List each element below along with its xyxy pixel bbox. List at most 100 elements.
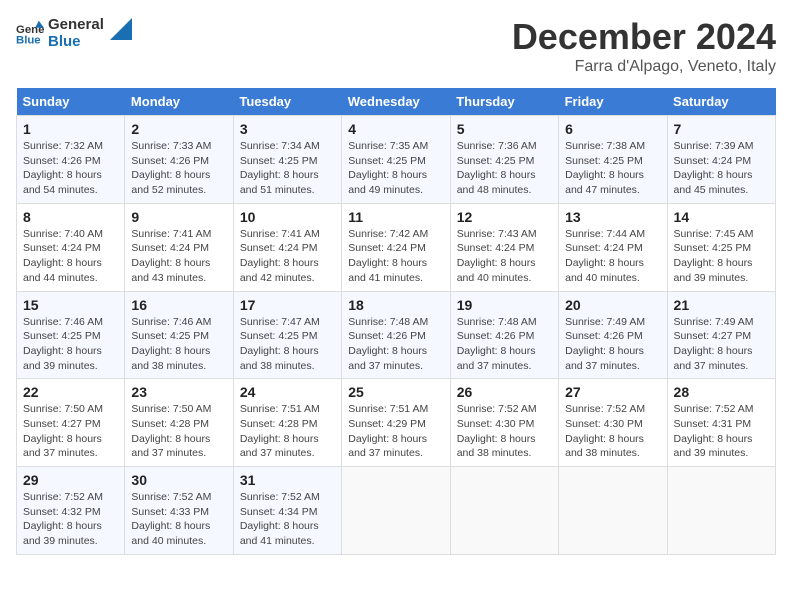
logo-general: General — [48, 16, 104, 33]
day-number: 26 — [457, 384, 552, 400]
daylight-label: Daylight: 8 hours and 37 minutes. — [240, 433, 319, 460]
sunset-label: Sunset: 4:24 PM — [240, 242, 318, 254]
calendar-cell: 18 Sunrise: 7:48 AM Sunset: 4:26 PM Dayl… — [342, 291, 450, 379]
daylight-label: Daylight: 8 hours and 41 minutes. — [240, 520, 319, 547]
daylight-label: Daylight: 8 hours and 40 minutes. — [565, 257, 644, 284]
sunrise-label: Sunrise: 7:52 AM — [565, 403, 645, 415]
calendar-cell: 27 Sunrise: 7:52 AM Sunset: 4:30 PM Dayl… — [559, 379, 667, 467]
logo-icon: General Blue — [16, 19, 44, 47]
day-number: 8 — [23, 209, 118, 225]
cell-info: Sunrise: 7:46 AM Sunset: 4:25 PM Dayligh… — [131, 315, 226, 374]
calendar-cell: 25 Sunrise: 7:51 AM Sunset: 4:29 PM Dayl… — [342, 379, 450, 467]
calendar-cell: 26 Sunrise: 7:52 AM Sunset: 4:30 PM Dayl… — [450, 379, 558, 467]
sunrise-label: Sunrise: 7:33 AM — [131, 140, 211, 152]
calendar-cell: 28 Sunrise: 7:52 AM Sunset: 4:31 PM Dayl… — [667, 379, 775, 467]
sunset-label: Sunset: 4:24 PM — [457, 242, 535, 254]
calendar-cell — [450, 467, 558, 555]
sunset-label: Sunset: 4:26 PM — [348, 330, 426, 342]
calendar-cell: 5 Sunrise: 7:36 AM Sunset: 4:25 PM Dayli… — [450, 116, 558, 204]
calendar-cell: 19 Sunrise: 7:48 AM Sunset: 4:26 PM Dayl… — [450, 291, 558, 379]
sunrise-label: Sunrise: 7:45 AM — [674, 228, 754, 240]
sunset-label: Sunset: 4:33 PM — [131, 506, 209, 518]
cell-info: Sunrise: 7:47 AM Sunset: 4:25 PM Dayligh… — [240, 315, 335, 374]
cell-info: Sunrise: 7:48 AM Sunset: 4:26 PM Dayligh… — [348, 315, 443, 374]
cell-info: Sunrise: 7:50 AM Sunset: 4:27 PM Dayligh… — [23, 402, 118, 461]
calendar-header-row: SundayMondayTuesdayWednesdayThursdayFrid… — [17, 88, 776, 116]
sunset-label: Sunset: 4:27 PM — [674, 330, 752, 342]
calendar-cell: 12 Sunrise: 7:43 AM Sunset: 4:24 PM Dayl… — [450, 203, 558, 291]
sunset-label: Sunset: 4:26 PM — [23, 155, 101, 167]
cell-info: Sunrise: 7:52 AM Sunset: 4:30 PM Dayligh… — [565, 402, 660, 461]
daylight-label: Daylight: 8 hours and 37 minutes. — [131, 433, 210, 460]
cell-info: Sunrise: 7:50 AM Sunset: 4:28 PM Dayligh… — [131, 402, 226, 461]
cell-info: Sunrise: 7:34 AM Sunset: 4:25 PM Dayligh… — [240, 139, 335, 198]
cell-info: Sunrise: 7:41 AM Sunset: 4:24 PM Dayligh… — [131, 227, 226, 286]
title-section: December 2024 Farra d'Alpago, Veneto, It… — [512, 16, 776, 76]
day-number: 17 — [240, 297, 335, 313]
day-number: 19 — [457, 297, 552, 313]
daylight-label: Daylight: 8 hours and 52 minutes. — [131, 169, 210, 196]
sunset-label: Sunset: 4:25 PM — [565, 155, 643, 167]
cell-info: Sunrise: 7:52 AM Sunset: 4:33 PM Dayligh… — [131, 490, 226, 549]
day-number: 3 — [240, 121, 335, 137]
logo-triangle-icon — [110, 18, 132, 40]
sunrise-label: Sunrise: 7:38 AM — [565, 140, 645, 152]
calendar-cell: 16 Sunrise: 7:46 AM Sunset: 4:25 PM Dayl… — [125, 291, 233, 379]
daylight-label: Daylight: 8 hours and 42 minutes. — [240, 257, 319, 284]
day-number: 11 — [348, 209, 443, 225]
day-number: 2 — [131, 121, 226, 137]
daylight-label: Daylight: 8 hours and 38 minutes. — [457, 433, 536, 460]
sunrise-label: Sunrise: 7:40 AM — [23, 228, 103, 240]
sunset-label: Sunset: 4:24 PM — [565, 242, 643, 254]
daylight-label: Daylight: 8 hours and 43 minutes. — [131, 257, 210, 284]
daylight-label: Daylight: 8 hours and 38 minutes. — [565, 433, 644, 460]
daylight-label: Daylight: 8 hours and 40 minutes. — [457, 257, 536, 284]
day-number: 16 — [131, 297, 226, 313]
sunrise-label: Sunrise: 7:39 AM — [674, 140, 754, 152]
daylight-label: Daylight: 8 hours and 37 minutes. — [674, 345, 753, 372]
daylight-label: Daylight: 8 hours and 47 minutes. — [565, 169, 644, 196]
calendar-cell: 22 Sunrise: 7:50 AM Sunset: 4:27 PM Dayl… — [17, 379, 125, 467]
day-number: 24 — [240, 384, 335, 400]
calendar-week-2: 8 Sunrise: 7:40 AM Sunset: 4:24 PM Dayli… — [17, 203, 776, 291]
sunset-label: Sunset: 4:28 PM — [240, 418, 318, 430]
svg-text:Blue: Blue — [16, 35, 41, 47]
sunset-label: Sunset: 4:24 PM — [674, 155, 752, 167]
day-number: 31 — [240, 472, 335, 488]
daylight-label: Daylight: 8 hours and 39 minutes. — [23, 345, 102, 372]
sunrise-label: Sunrise: 7:35 AM — [348, 140, 428, 152]
calendar-cell: 20 Sunrise: 7:49 AM Sunset: 4:26 PM Dayl… — [559, 291, 667, 379]
cell-info: Sunrise: 7:36 AM Sunset: 4:25 PM Dayligh… — [457, 139, 552, 198]
cell-info: Sunrise: 7:52 AM Sunset: 4:34 PM Dayligh… — [240, 490, 335, 549]
header-cell-thursday: Thursday — [450, 88, 558, 116]
cell-info: Sunrise: 7:52 AM Sunset: 4:31 PM Dayligh… — [674, 402, 769, 461]
sunset-label: Sunset: 4:25 PM — [240, 330, 318, 342]
calendar-cell: 23 Sunrise: 7:50 AM Sunset: 4:28 PM Dayl… — [125, 379, 233, 467]
calendar-cell: 6 Sunrise: 7:38 AM Sunset: 4:25 PM Dayli… — [559, 116, 667, 204]
logo: General Blue General Blue — [16, 16, 132, 51]
sunrise-label: Sunrise: 7:49 AM — [565, 316, 645, 328]
sunrise-label: Sunrise: 7:52 AM — [23, 491, 103, 503]
sunset-label: Sunset: 4:31 PM — [674, 418, 752, 430]
calendar-cell: 24 Sunrise: 7:51 AM Sunset: 4:28 PM Dayl… — [233, 379, 341, 467]
daylight-label: Daylight: 8 hours and 37 minutes. — [348, 345, 427, 372]
cell-info: Sunrise: 7:41 AM Sunset: 4:24 PM Dayligh… — [240, 227, 335, 286]
calendar-cell: 2 Sunrise: 7:33 AM Sunset: 4:26 PM Dayli… — [125, 116, 233, 204]
day-number: 20 — [565, 297, 660, 313]
cell-info: Sunrise: 7:38 AM Sunset: 4:25 PM Dayligh… — [565, 139, 660, 198]
sunset-label: Sunset: 4:29 PM — [348, 418, 426, 430]
cell-info: Sunrise: 7:51 AM Sunset: 4:29 PM Dayligh… — [348, 402, 443, 461]
logo-blue: Blue — [48, 33, 104, 50]
day-number: 15 — [23, 297, 118, 313]
cell-info: Sunrise: 7:49 AM Sunset: 4:26 PM Dayligh… — [565, 315, 660, 374]
cell-info: Sunrise: 7:32 AM Sunset: 4:26 PM Dayligh… — [23, 139, 118, 198]
cell-info: Sunrise: 7:39 AM Sunset: 4:24 PM Dayligh… — [674, 139, 769, 198]
sunrise-label: Sunrise: 7:34 AM — [240, 140, 320, 152]
daylight-label: Daylight: 8 hours and 37 minutes. — [457, 345, 536, 372]
sunrise-label: Sunrise: 7:52 AM — [457, 403, 537, 415]
calendar-cell — [342, 467, 450, 555]
location-title: Farra d'Alpago, Veneto, Italy — [512, 58, 776, 76]
sunrise-label: Sunrise: 7:44 AM — [565, 228, 645, 240]
sunrise-label: Sunrise: 7:50 AM — [23, 403, 103, 415]
day-number: 10 — [240, 209, 335, 225]
